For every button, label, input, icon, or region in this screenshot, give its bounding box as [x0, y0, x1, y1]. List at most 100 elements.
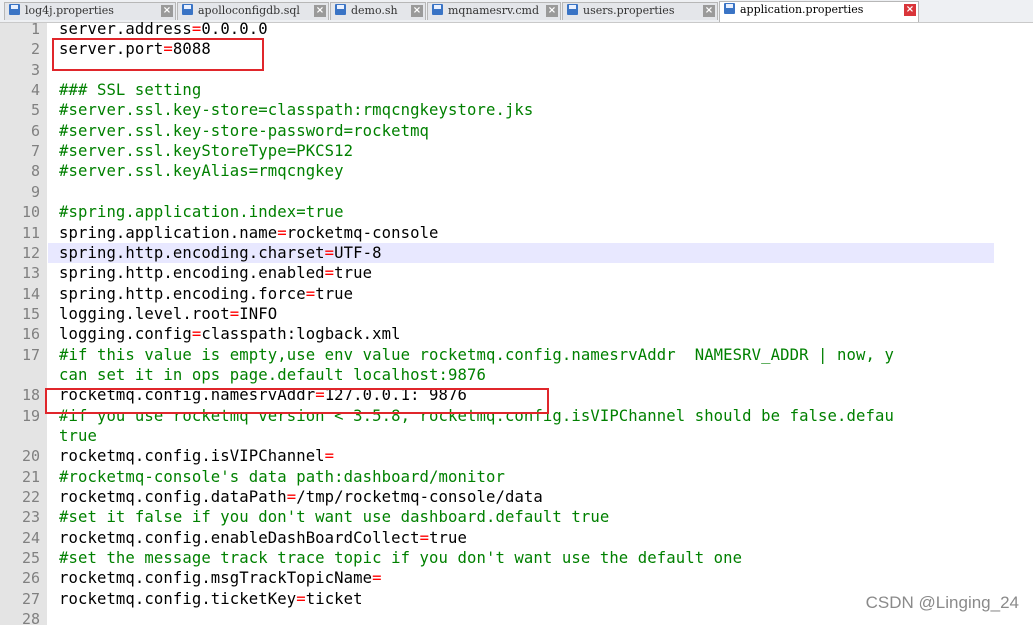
tab-label: users.properties [583, 4, 675, 17]
code-text: #server.ssl.keyStoreType=PKCS12 [59, 141, 353, 161]
tab-label: log4j.properties [25, 4, 114, 17]
line-number: 7 [30, 142, 40, 161]
code-line[interactable]: 24 rocketmq.config.enableDashBoardCollect… [0, 528, 1033, 548]
text-token: rocketmq.config.dataPath [59, 488, 287, 507]
text-token: classpath:logback.xml [201, 325, 401, 344]
tab-label: application.properties [740, 3, 864, 16]
line-number: 15 [21, 304, 40, 323]
code-line[interactable]: can set it in ops page.default localhost… [0, 365, 1033, 385]
line-number: 10 [21, 203, 40, 222]
tab-label: demo.sh [351, 4, 398, 17]
code-line[interactable]: 1 server.address=0.0.0.0 [0, 19, 1033, 39]
operator-token: = [191, 325, 202, 344]
close-icon[interactable]: × [411, 5, 423, 17]
code-line[interactable]: true [0, 426, 1033, 446]
line-number: 24 [21, 528, 40, 547]
operator-token: = [286, 488, 297, 507]
text-token: logging.config [59, 325, 192, 344]
close-icon[interactable]: × [703, 5, 715, 17]
text-token: ticket [305, 589, 363, 608]
code-text: logging.config=classpath:logback.xml [59, 324, 401, 344]
code-line[interactable]: 14 spring.http.encoding.force=true [0, 284, 1033, 304]
operator-token: = [191, 20, 202, 38]
comment-token: #set it false if you don't want use dash… [59, 508, 610, 527]
text-token: logging.level.root [59, 304, 230, 323]
code-line[interactable]: 15 logging.level.root=INFO [0, 304, 1033, 324]
line-number: 18 [21, 386, 40, 405]
code-line[interactable]: 12 spring.http.encoding.charset=UTF-8 [0, 242, 1033, 263]
code-line[interactable]: 21 #rocketmq-console's data path:dashboar… [0, 467, 1033, 487]
close-icon[interactable]: × [546, 5, 558, 17]
code-text: #set it false if you don't want use dash… [59, 507, 609, 527]
text-token: spring.http.encoding.force [59, 284, 306, 303]
operator-token: = [324, 447, 335, 466]
code-line[interactable]: 23 #set it false if you don't want use da… [0, 507, 1033, 527]
code-line[interactable]: 4 ### SSL setting [0, 80, 1033, 100]
annotation-box-server-port [52, 38, 264, 71]
code-line[interactable]: 17 #if this value is empty,use env value … [0, 345, 1033, 365]
text-token: true [429, 528, 468, 547]
text-token: rocketmq-console [286, 223, 439, 242]
tab-log4j-properties[interactable]: log4j.properties × [4, 2, 176, 20]
tab-label: apolloconfigdb.sql [198, 4, 300, 17]
code-line[interactable]: 13 spring.http.encoding.enabled=true [0, 263, 1033, 283]
code-text: #set the message track trace topic if yo… [59, 548, 742, 568]
line-number: 2 [30, 40, 40, 59]
line-number: 22 [21, 488, 40, 507]
code-text: rocketmq.config.dataPath=/tmp/rocketmq-c… [59, 487, 543, 507]
code-line[interactable]: 7 #server.ssl.keyStoreType=PKCS12 [0, 141, 1033, 161]
comment-token: can set it in ops page.default localhost… [59, 365, 486, 384]
code-text: spring.http.encoding.charset=UTF-8 [59, 243, 382, 263]
code-line[interactable]: 26 rocketmq.config.msgTrackTopicName= [0, 568, 1033, 588]
code-line[interactable]: 8 #server.ssl.keyAlias=rmqcngkey [0, 161, 1033, 181]
close-icon[interactable]: × [314, 5, 326, 17]
close-icon[interactable]: × [904, 4, 916, 16]
code-editor[interactable]: 1 server.address=0.0.0.0 2 server.port=8088… [0, 20, 1033, 628]
line-number: 3 [30, 60, 40, 79]
text-token: rocketmq.config.msgTrackTopicName [59, 569, 373, 588]
code-text: spring.http.encoding.enabled=true [59, 263, 372, 283]
line-number: 28 [21, 610, 40, 629]
code-line[interactable]: 11 spring.application.name=rocketmq-conso… [0, 223, 1033, 243]
code-line[interactable]: 5 #server.ssl.key-store=classpath:rmqcngk… [0, 100, 1033, 120]
line-number: 12 [21, 243, 40, 262]
text-token: UTF-8 [334, 243, 382, 262]
line-number: 19 [21, 406, 40, 425]
operator-token: = [305, 284, 316, 303]
line-number: 23 [21, 508, 40, 527]
text-token: rocketmq.config.enableDashBoardCollect [59, 528, 420, 547]
code-text: spring.http.encoding.force=true [59, 284, 353, 304]
code-line[interactable]: 6 #server.ssl.key-store-password=rocketmq [0, 121, 1033, 141]
line-number: 16 [21, 325, 40, 344]
line-number: 20 [21, 447, 40, 466]
line-number: 9 [30, 182, 40, 201]
comment-token: #server.ssl.keyAlias=rmqcngkey [59, 162, 344, 181]
line-number: 21 [21, 467, 40, 486]
code-text: #server.ssl.key-store=classpath:rmqcngke… [59, 100, 533, 120]
operator-token: = [277, 223, 287, 242]
code-text: can set it in ops page.default localhost… [59, 365, 486, 385]
tab-demo-sh[interactable]: demo.sh × [330, 2, 426, 20]
text-token: rocketmq.config.isVIPChannel [59, 447, 325, 466]
close-icon[interactable]: × [161, 5, 173, 17]
text-token: spring.http.encoding.enabled [59, 264, 325, 283]
line-number: 17 [21, 345, 40, 364]
code-line[interactable]: 10 #spring.application.index=true [0, 202, 1033, 222]
code-line[interactable]: 20 rocketmq.config.isVIPChannel= [0, 446, 1033, 466]
tab-apolloconfigdb-sql[interactable]: apolloconfigdb.sql × [177, 2, 329, 20]
tab-users-properties[interactable]: users.properties × [562, 2, 718, 20]
text-token: INFO [239, 304, 278, 323]
line-number: 4 [30, 81, 40, 100]
comment-token: #server.ssl.keyStoreType=PKCS12 [59, 142, 354, 161]
comment-token: #if this value is empty,use env value ro… [59, 345, 894, 364]
code-line[interactable]: 16 logging.config=classpath:logback.xml [0, 324, 1033, 344]
tab-mqnamesrv-cmd[interactable]: mqnamesrv.cmd × [427, 2, 561, 20]
comment-token: #server.ssl.key-store=classpath:rmqcngke… [59, 101, 534, 120]
code-line[interactable]: 9 [0, 182, 1033, 202]
code-text: #rocketmq-console's data path:dashboard/… [59, 467, 505, 487]
code-line[interactable]: 25 #set the message track trace topic if … [0, 548, 1033, 568]
code-text: rocketmq.config.ticketKey=ticket [59, 589, 363, 609]
line-number: 26 [21, 569, 40, 588]
line-number: 1 [30, 20, 40, 38]
code-line[interactable]: 22 rocketmq.config.dataPath=/tmp/rocketmq… [0, 487, 1033, 507]
